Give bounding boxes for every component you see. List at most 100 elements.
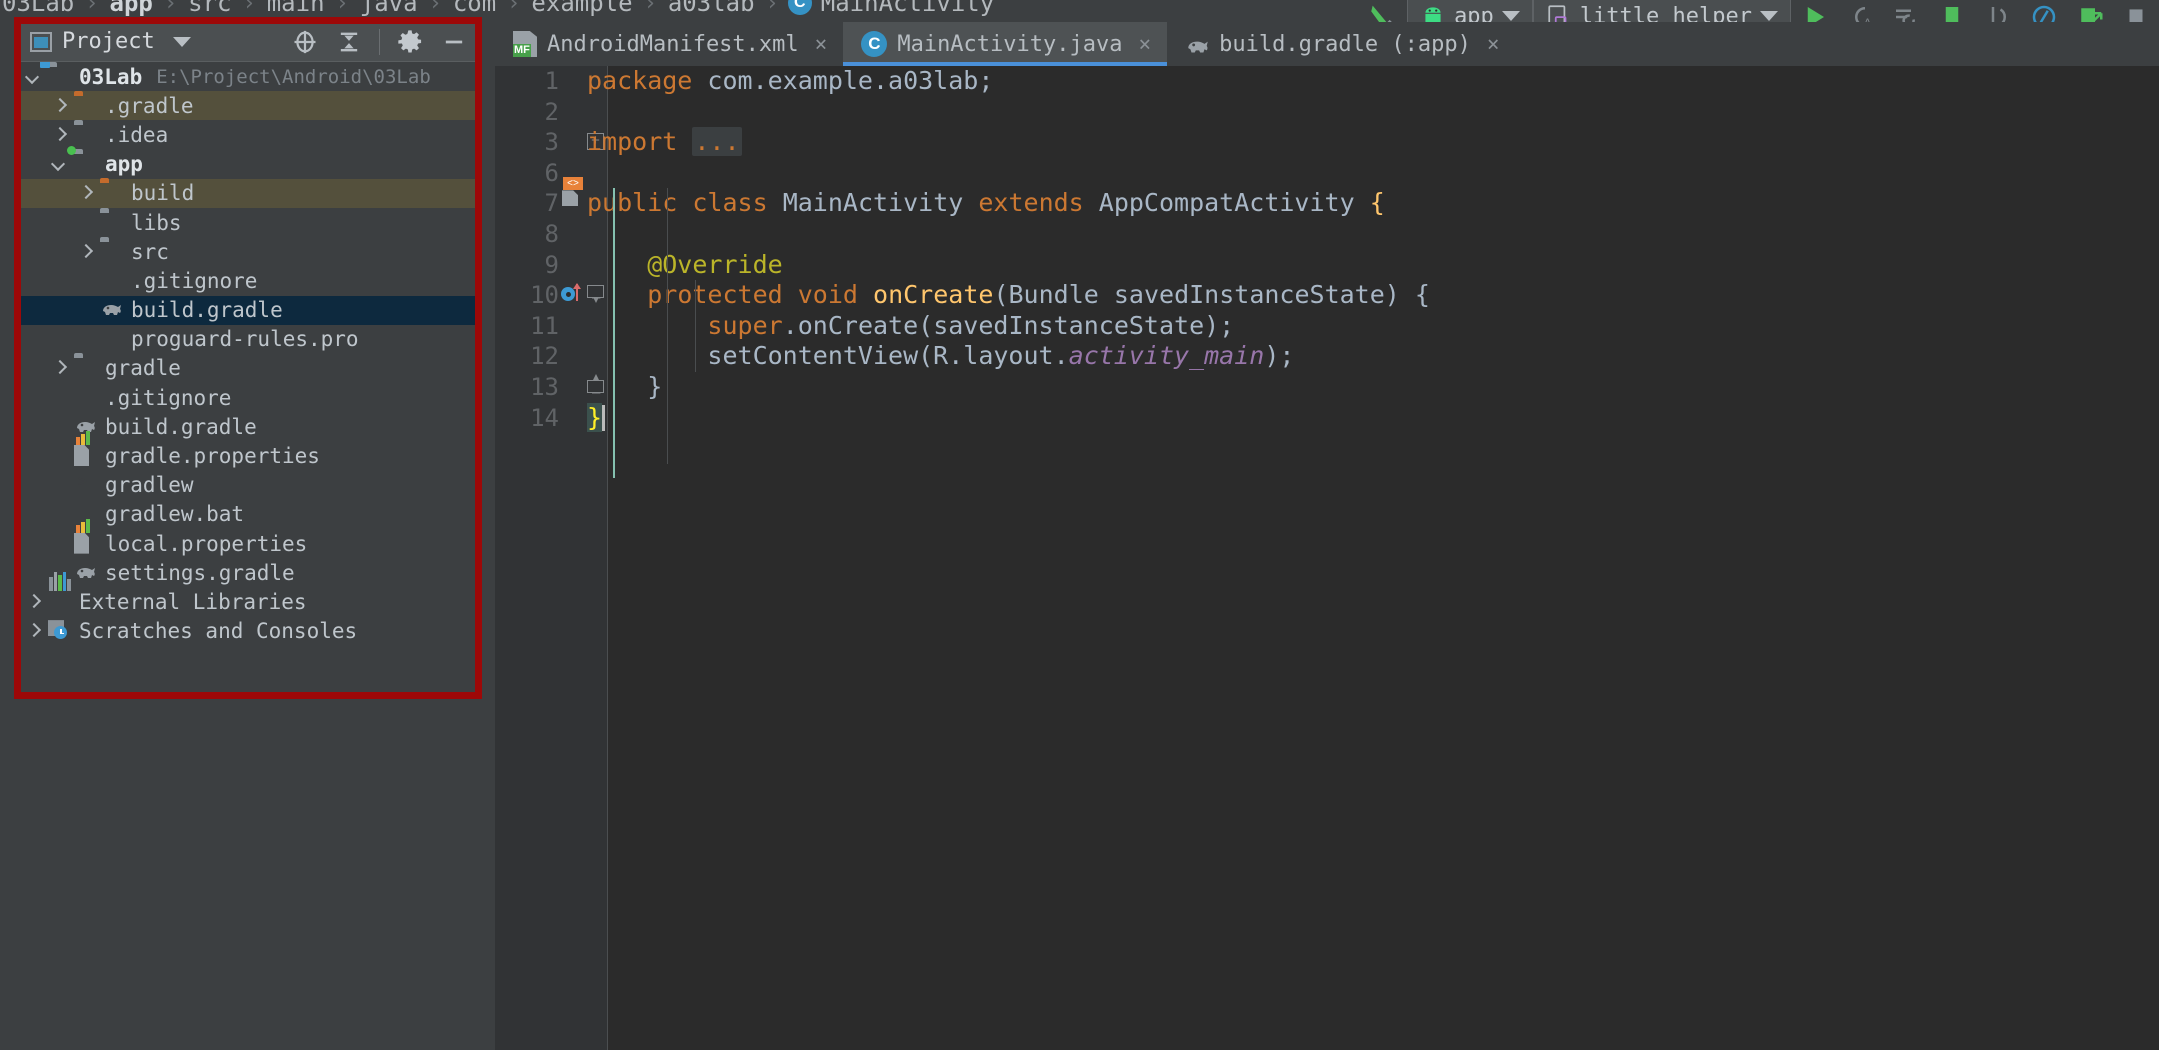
tree-node-icon [74, 416, 96, 438]
tree-node-gradle-properties[interactable]: gradle.properties [16, 431, 480, 470]
tree-node-libs[interactable]: libs [16, 208, 480, 237]
tree-node-gitignore[interactable]: .gitignore [16, 383, 480, 412]
tree-node-03lab[interactable]: 03Lab E:\Project\Android\03Lab [16, 62, 480, 91]
tree-node-gitignore[interactable]: .gitignore [16, 266, 480, 295]
breadcrumb-item[interactable]: 03Lab [0, 0, 76, 17]
code-line[interactable]: 9 @Override [495, 250, 2159, 281]
code-line[interactable]: 10 protected void onCreate(Bundle savedI… [495, 280, 2159, 314]
tree-node-gradlew[interactable]: gradlew [16, 471, 480, 500]
chevron-right-icon[interactable] [50, 359, 68, 377]
chevron-down-icon[interactable] [50, 155, 68, 173]
editor-tab-build-gradle-app[interactable]: build.gradle (:app) × [1167, 22, 1516, 66]
tree-node-icon [74, 474, 96, 496]
breadcrumb-item[interactable]: com [451, 0, 498, 17]
line-number: 1 [544, 67, 559, 95]
code-line[interactable]: 11 super.onCreate(savedInstanceState); [495, 311, 2159, 342]
chevron-right-icon[interactable] [24, 593, 42, 611]
tree-node-build-gradle[interactable]: build.gradle [16, 295, 480, 325]
code-line[interactable]: 12 setContentView(R.layout.activity_main… [495, 341, 2159, 372]
breadcrumb-class[interactable]: MainActivity [819, 0, 996, 17]
tree-node-label: build.gradle [131, 298, 283, 323]
code-token: super [707, 310, 783, 340]
breadcrumb-item[interactable]: a03lab [666, 0, 757, 17]
code-line[interactable]: 14} [495, 402, 2159, 434]
breadcrumb-item[interactable]: app [108, 0, 155, 17]
tree-node-gradle[interactable]: gradle [16, 354, 480, 383]
breadcrumb-item[interactable]: main [265, 0, 327, 17]
tree-node-icon [100, 241, 122, 263]
tree-node-scratches-and-consoles[interactable]: Scratches and Consoles [16, 617, 480, 646]
tree-node-icon [74, 518, 96, 555]
code-token: MainActivity [767, 188, 979, 218]
breadcrumb-separator: › [85, 0, 99, 16]
editor-tab-androidmanifest-xml[interactable]: AndroidManifest.xml × [495, 22, 844, 66]
close-icon[interactable]: × [1139, 32, 1152, 56]
code-lines[interactable]: 1 package com.example.a03lab; 2 3 + import ..… [495, 66, 2159, 1050]
project-tool-window: Project 03Lab E:\Project\Android\03Lab .… [0, 22, 494, 1050]
tree-node-label: build.gradle [105, 414, 257, 439]
chevron-down-icon[interactable] [172, 36, 191, 47]
code-line[interactable]: 8 [495, 219, 2159, 250]
line-number: 6 [544, 158, 559, 187]
tree-node-app[interactable]: app [16, 146, 480, 179]
breadcrumb-separator: › [428, 0, 442, 16]
chevron-right-icon[interactable] [76, 243, 94, 261]
code-line[interactable]: 13 } [495, 372, 2159, 409]
code-editor[interactable]: 1 package com.example.a03lab; 2 3 + import ..… [495, 66, 2159, 1050]
layout-resource-icon[interactable]: <> [561, 177, 587, 216]
settings-gear-icon[interactable] [390, 22, 430, 62]
code-line[interactable]: 2 [495, 97, 2159, 128]
chevron-right-icon[interactable] [24, 622, 42, 640]
editor-tab-bar[interactable]: AndroidManifest.xml×CMainActivity.java×b… [495, 22, 2159, 66]
hide-tool-window-icon[interactable] [434, 22, 474, 62]
project-window-icon [30, 31, 52, 52]
code-token: package [587, 66, 693, 95]
breadcrumb-item[interactable]: example [529, 0, 634, 17]
tree-node-idea[interactable]: .idea [16, 120, 480, 149]
code-line[interactable]: 6 [495, 158, 2159, 189]
override-method-icon[interactable] [561, 282, 587, 308]
chevron-right-icon[interactable] [50, 126, 68, 144]
java-class-icon: C [861, 31, 888, 57]
breadcrumb[interactable]: 03Lab › app › src › main › java › com › example › a03l… [0, 0, 996, 20]
tree-node-icon [100, 270, 122, 292]
tree-node-icon [100, 299, 122, 321]
close-icon[interactable]: × [815, 32, 828, 56]
tree-node-local-properties[interactable]: local.properties [16, 518, 480, 558]
tree-node-label: .gitignore [105, 385, 232, 410]
breadcrumb-item[interactable]: java [358, 0, 420, 17]
tree-node-label: proguard-rules.pro [131, 327, 359, 352]
line-number: 3 [544, 128, 559, 157]
tree-node-build[interactable]: build [16, 178, 480, 208]
chevron-right-icon[interactable] [76, 184, 94, 202]
editor-tab-mainactivity-java[interactable]: C MainActivity.java × [843, 22, 1168, 66]
breadcrumb-item[interactable]: src [186, 0, 233, 17]
code-line[interactable]: 3 + import ... [495, 127, 2159, 158]
code-text: @Override [587, 250, 782, 281]
method-scope-bar [613, 188, 615, 478]
tree-node-gradle[interactable]: .gradle [16, 91, 480, 121]
tree-node-src[interactable]: src [16, 237, 480, 266]
line-number: 7 [544, 189, 559, 218]
tree-node-settings-gradle[interactable]: settings.gradle [16, 558, 480, 587]
collapse-all-icon[interactable] [329, 22, 369, 62]
project-tree[interactable]: 03Lab E:\Project\Android\03Lab .gradle .ide… [16, 62, 480, 732]
close-icon[interactable]: × [1487, 32, 1500, 56]
tree-node-proguard-rules-pro[interactable]: proguard-rules.pro [16, 325, 480, 354]
locate-icon[interactable] [285, 22, 325, 62]
breadcrumb-separator: › [765, 0, 779, 16]
code-token: import [587, 127, 678, 157]
tree-node-icon [100, 212, 122, 234]
tree-node-external-libraries[interactable]: External Libraries [16, 571, 480, 616]
code-line[interactable]: 1 package com.example.a03lab; [495, 66, 2159, 97]
chevron-right-icon[interactable] [50, 97, 68, 115]
chevron-down-icon[interactable] [24, 68, 42, 86]
folded-imports-placeholder[interactable]: ... [692, 127, 742, 157]
code-line[interactable]: 7 <> public class MainActivity extends App… [495, 177, 2159, 219]
